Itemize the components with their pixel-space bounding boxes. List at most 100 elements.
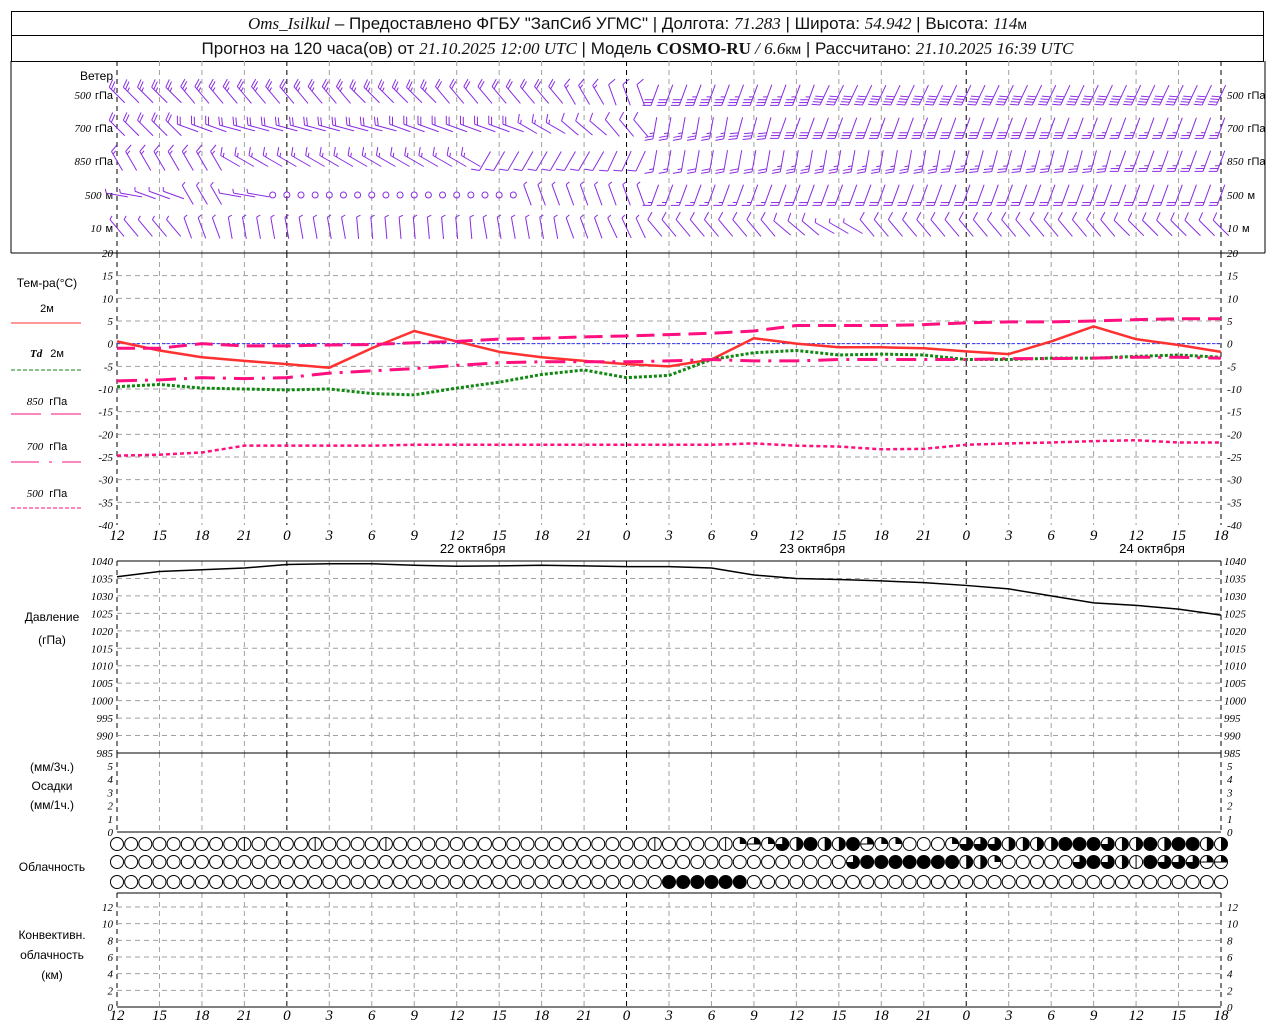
cloud-circle: [1030, 875, 1044, 889]
wind-barb: [477, 78, 493, 104]
hour-label-bottom: 6: [708, 1008, 716, 1024]
wind-barb: [195, 144, 208, 171]
barb-full: [1113, 212, 1119, 221]
barb-staff: [721, 184, 730, 206]
wind-barb: [742, 117, 758, 140]
cloud-circle: [916, 837, 931, 851]
wind-barb: [1194, 117, 1212, 139]
barb-half: [137, 215, 141, 220]
cloud-circle: [322, 855, 337, 869]
barb-staff: [482, 217, 488, 239]
barb-full: [531, 113, 534, 123]
cloud-circle: [279, 875, 294, 889]
barb-full: [1040, 168, 1050, 171]
cloud-full: [1143, 855, 1158, 869]
hour-label: 3: [664, 528, 673, 544]
cloud-symbol: [1100, 837, 1115, 851]
temp-tick-right: 10: [1227, 293, 1239, 305]
barb-full: [1127, 212, 1133, 221]
wind-barb: [1024, 184, 1042, 206]
barb-staff: [902, 219, 918, 237]
wind-barb: [983, 150, 998, 173]
barb-staff: [806, 184, 815, 206]
barb-full: [729, 168, 739, 171]
wind-barb: [656, 84, 674, 106]
barb-full: [1169, 95, 1178, 98]
cloud-circle: [1015, 855, 1030, 869]
barb-full: [938, 103, 948, 106]
barb-half: [325, 87, 329, 92]
barb-half: [565, 181, 570, 186]
cloud-circle: [1185, 875, 1200, 889]
pressure-tick-left: 985: [97, 748, 114, 760]
barb-full: [246, 116, 249, 126]
wind-barb: [732, 211, 748, 237]
barb-full: [1153, 98, 1163, 101]
wind-barb: [373, 116, 397, 132]
barb-full: [470, 168, 480, 172]
cloud-symbol: [746, 855, 761, 869]
wind-barb: [1109, 117, 1127, 139]
barb-staff: [694, 150, 700, 172]
barb-full: [954, 101, 963, 103]
cloud-circle: [407, 875, 422, 889]
cloud-symbol: [251, 875, 266, 889]
wind-barb: [968, 184, 985, 206]
barb-full: [1109, 101, 1119, 103]
barb-half: [218, 188, 220, 194]
hour-label: 21: [577, 528, 592, 544]
barb-staff: [166, 219, 182, 237]
barb-full: [1166, 101, 1176, 103]
cloud-symbol: [209, 855, 224, 869]
cloud-circle: [647, 855, 662, 869]
hour-label: 12: [110, 528, 126, 544]
barb-staff: [298, 217, 304, 239]
cloud-circle: [209, 875, 224, 889]
cloud-symbol: [577, 855, 592, 869]
temp-tick-left: -10: [98, 384, 113, 396]
barb-full: [418, 146, 421, 156]
barb-full: [376, 117, 379, 126]
hour-label-bottom: 9: [1090, 1008, 1098, 1024]
barb-staff: [721, 84, 730, 106]
wind-barb: [670, 184, 688, 206]
cloud-symbol: [336, 837, 351, 851]
cloud-symbol: [478, 855, 492, 869]
wind-barb: [756, 117, 772, 140]
barb-full: [900, 95, 909, 98]
barb-staff: [523, 184, 532, 206]
hour-label: 15: [152, 528, 168, 544]
barb-staff: [693, 84, 702, 106]
barb-full: [1126, 95, 1136, 98]
barb-full: [232, 116, 235, 126]
barb-full: [983, 98, 993, 101]
cloud-symbol: [534, 855, 549, 869]
barb-full: [998, 168, 1007, 171]
wind-barb: [1082, 150, 1097, 173]
barb-half: [692, 132, 697, 135]
barb-full: [701, 138, 710, 141]
wind-barb: [555, 151, 576, 172]
barb-full: [829, 95, 839, 98]
barb-half: [211, 214, 216, 219]
cloud-symbol: [435, 855, 450, 869]
pressure-tick-left: 1015: [91, 643, 114, 655]
barb-half: [183, 214, 188, 219]
conv-tick-right: 10: [1227, 919, 1239, 931]
barb-full: [1094, 103, 1104, 106]
cloud-circle: [902, 875, 917, 889]
barb-staff: [944, 219, 960, 237]
wind-barb: [510, 214, 516, 239]
wind-barb: [684, 84, 702, 106]
barb-staff: [777, 117, 787, 139]
barb-full: [899, 168, 909, 171]
wind-barb: [633, 111, 649, 137]
cloud-fill: [881, 837, 888, 844]
cloud-fill: [994, 855, 1002, 862]
wind-barb: [953, 184, 971, 206]
cloud-circle: [1100, 875, 1115, 889]
cloud-axis-title: Облачность: [19, 860, 85, 874]
wind-level-label: 500 гПа: [74, 90, 113, 102]
wind-barb: [565, 214, 575, 239]
barb-staff: [1103, 117, 1113, 139]
